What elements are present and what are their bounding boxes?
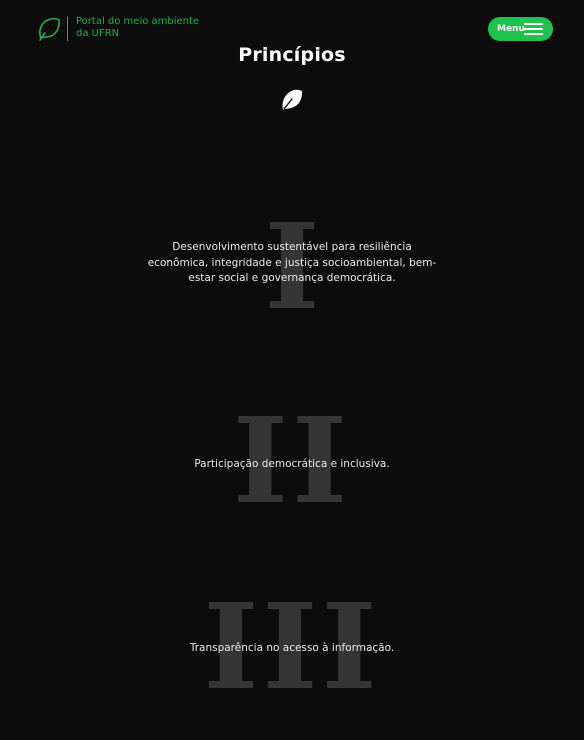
principle-text: Desenvolvimento sustentável para resiliê… — [147, 241, 437, 284]
brand-divider — [67, 17, 68, 41]
brand-link[interactable]: Portal do meio ambiente da UFRN — [37, 16, 206, 42]
brand-title: Portal do meio ambiente da UFRN — [76, 16, 200, 39]
leaf-logo-icon — [39, 17, 60, 41]
hamburger-icon — [524, 23, 543, 35]
page-title: Princípios — [238, 44, 346, 66]
leaf-icon — [282, 89, 303, 110]
menu-label: Menu — [497, 24, 525, 34]
menu-button[interactable]: Menu — [488, 17, 553, 41]
principle-text: Participação democrática e inclusiva. — [194, 458, 390, 470]
page: Portal do meio ambiente da UFRN Menu Pri… — [0, 0, 584, 740]
principle-text: Transparência no acesso à informação. — [189, 642, 395, 654]
